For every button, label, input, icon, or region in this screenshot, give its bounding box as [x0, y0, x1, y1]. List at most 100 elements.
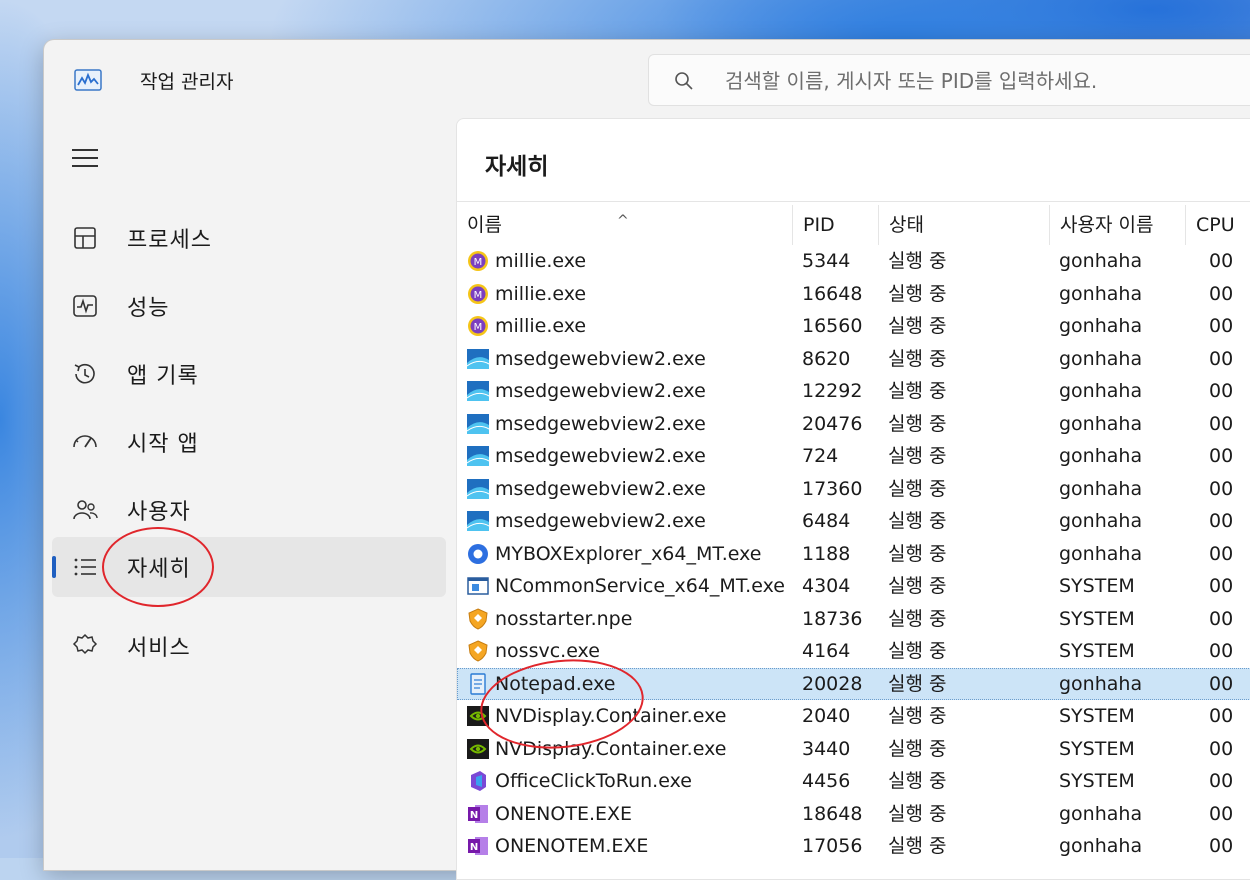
search-box[interactable] [648, 54, 1250, 107]
process-name: OfficeClickToRun.exe [495, 770, 692, 792]
process-status: 실행 중 [888, 835, 947, 857]
webview-icon [466, 413, 490, 435]
column-header-status[interactable]: 상태 [878, 205, 1049, 245]
process-pid: 724 [802, 445, 839, 467]
table-row[interactable]: Mmillie.exe 5344 실행 중 gonhaha 00 [457, 245, 1250, 278]
table-row[interactable]: Notepad.exe 20028 실행 중 gonhaha 00 [457, 667, 1250, 700]
sidebar-item-details[interactable]: 자세히 [52, 537, 446, 597]
millie-app-icon: M [467, 283, 489, 305]
process-user: SYSTEM [1059, 575, 1135, 597]
process-user: SYSTEM [1059, 607, 1135, 630]
table-row[interactable]: N ONENOTE.EXE 18648 실행 중 gonhaha 00 [457, 798, 1250, 831]
table-row[interactable]: msedgewebview2.exe 12292 실행 중 gonhaha 00 [457, 375, 1250, 408]
details-icon [70, 552, 100, 582]
sidebar-item-performance[interactable]: 성능 [52, 276, 446, 336]
process-status: 실행 중 [888, 640, 947, 662]
search-icon [675, 72, 693, 90]
svg-text:N: N [470, 810, 478, 821]
process-pid: 4304 [802, 575, 851, 597]
process-name: millie.exe [495, 250, 587, 272]
process-user: SYSTEM [1059, 705, 1135, 727]
process-name: msedgewebview2.exe [495, 380, 706, 402]
process-status: 실행 중 [888, 250, 947, 272]
process-status: 실행 중 [888, 477, 947, 500]
column-header-pid[interactable]: PID [792, 205, 878, 245]
search-input[interactable] [723, 55, 1250, 107]
table-row[interactable]: NVDisplay.Container.exe 3440 실행 중 SYSTEM 00 [457, 733, 1250, 766]
sidebar-item-users[interactable]: 사용자 [52, 480, 446, 540]
shield-icon [467, 607, 489, 630]
table-body: Mmillie.exe 5344 실행 중 gonhaha 00 Mmillie.exe 1… [457, 245, 1250, 863]
task-manager-app-icon [74, 69, 102, 91]
hamburger-menu-icon[interactable] [70, 145, 100, 171]
process-status: 실행 중 [888, 737, 947, 760]
table-row[interactable]: Mmillie.exe 16560 실행 중 gonhaha 00 [457, 310, 1250, 343]
process-table: 이름 ^ PID 상태 사용자 이름 CPU Mmillie.exe 5344 실행… [457, 205, 1250, 863]
table-row[interactable]: msedgewebview2.exe 6484 실행 중 gonhaha 00 [457, 505, 1250, 538]
process-cpu: 00 [1209, 445, 1234, 467]
users-icon [70, 495, 100, 525]
process-user: gonhaha [1059, 380, 1143, 402]
process-user: gonhaha [1059, 315, 1143, 337]
process-pid: 18648 [802, 802, 863, 825]
table-row[interactable]: nossvc.exe 4164 실행 중 SYSTEM 00 [457, 635, 1250, 668]
sidebar-item-label: 앱 기록 [127, 364, 199, 389]
column-header-cpu[interactable]: CPU [1185, 205, 1250, 245]
process-pid: 8620 [802, 347, 851, 370]
process-status: 실행 중 [888, 802, 947, 825]
table-row[interactable]: msedgewebview2.exe 724 실행 중 gonhaha 00 [457, 440, 1250, 473]
process-user: gonhaha [1059, 477, 1143, 500]
nvidia-icon [467, 738, 489, 760]
sidebar-item-startup-apps[interactable]: 시작 앱 [52, 412, 446, 472]
process-pid: 16648 [802, 282, 863, 305]
process-cpu: 00 [1209, 282, 1234, 305]
process-pid: 1188 [802, 542, 851, 565]
process-user: gonhaha [1059, 282, 1143, 305]
process-cpu: 00 [1209, 672, 1234, 695]
process-cpu: 00 [1209, 380, 1234, 402]
process-name: millie.exe [495, 282, 587, 305]
title-bar: 작업 관리자 [44, 40, 1250, 122]
table-row[interactable]: msedgewebview2.exe 17360 실행 중 gonhaha 00 [457, 473, 1250, 506]
process-status: 실행 중 [888, 542, 947, 565]
column-header-user[interactable]: 사용자 이름 [1049, 205, 1185, 245]
table-row[interactable]: nosstarter.npe 18736 실행 중 SYSTEM 00 [457, 603, 1250, 636]
sidebar-item-services[interactable]: 서비스 [52, 616, 446, 676]
process-pid: 5344 [802, 250, 851, 272]
sidebar-item-label: 자세히 [127, 557, 191, 582]
notepad-icon [467, 672, 489, 695]
process-user: gonhaha [1059, 250, 1143, 272]
process-pid: 4456 [802, 770, 851, 792]
process-pid: 2040 [802, 705, 851, 727]
process-pid: 20028 [802, 672, 863, 695]
process-cpu: 00 [1209, 770, 1234, 792]
process-status: 실행 중 [888, 347, 947, 370]
table-row[interactable]: NVDisplay.Container.exe 2040 실행 중 SYSTEM 00 [457, 700, 1250, 733]
column-header-name[interactable]: 이름 ^ [457, 205, 792, 245]
process-user: gonhaha [1059, 510, 1143, 532]
details-panel: 자세히 이름 ^ PID 상태 사용자 이름 CPU Mmillie.exe 53… [456, 118, 1250, 880]
process-user: SYSTEM [1059, 737, 1135, 760]
table-row[interactable]: NCommonService_x64_MT.exe 4304 실행 중 SYSTEM 0… [457, 570, 1250, 603]
table-row[interactable]: OfficeClickToRun.exe 4456 실행 중 SYSTEM 00 [457, 765, 1250, 798]
process-user: gonhaha [1059, 445, 1143, 467]
table-row[interactable]: MYBOXExplorer_x64_MT.exe 1188 실행 중 gonhaha 0… [457, 538, 1250, 571]
table-row[interactable]: Mmillie.exe 16648 실행 중 gonhaha 00 [457, 278, 1250, 311]
webview-icon [466, 348, 490, 370]
process-name: ONENOTEM.EXE [495, 835, 649, 857]
webview-icon [466, 510, 490, 532]
sidebar-item-label: 사용자 [127, 500, 191, 525]
sidebar-item-app-history[interactable]: 앱 기록 [52, 344, 446, 404]
millie-app-icon: M [467, 315, 489, 337]
table-row[interactable]: msedgewebview2.exe 8620 실행 중 gonhaha 00 [457, 343, 1250, 376]
table-row[interactable]: msedgewebview2.exe 20476 실행 중 gonhaha 00 [457, 408, 1250, 441]
process-pid: 16560 [802, 315, 863, 337]
service-window-icon [467, 575, 489, 597]
process-name: nosstarter.npe [495, 607, 633, 630]
active-indicator [52, 556, 56, 578]
sidebar-item-label: 시작 앱 [127, 432, 199, 457]
sidebar-item-processes[interactable]: 프로세스 [52, 208, 446, 268]
process-cpu: 00 [1209, 347, 1234, 370]
process-name: nossvc.exe [495, 640, 600, 662]
process-status: 실행 중 [888, 445, 947, 467]
